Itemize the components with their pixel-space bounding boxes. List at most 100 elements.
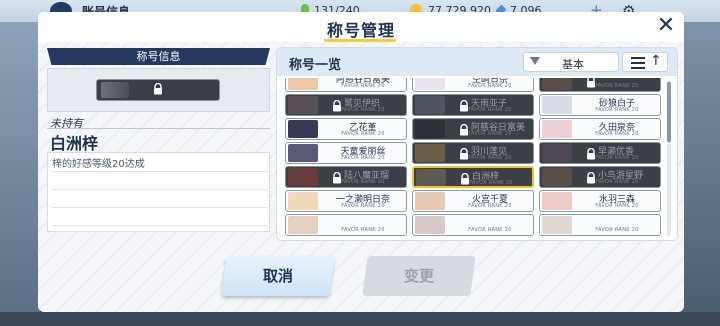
- title-row: 鹫见伊织 FAVOR RANK 20 天雨亚子 FAVOR RANK 20 砂狼白子 FA…: [285, 94, 665, 116]
- student-portrait: [415, 78, 445, 90]
- title-plate[interactable]: 阿慈谷日富美 FAVOR RANK 20: [412, 118, 534, 140]
- favor-rank-label: FAVOR RANK 20: [595, 107, 639, 113]
- description-box: 梓的好感等级20达成: [47, 152, 270, 232]
- divider: [47, 128, 270, 129]
- background-bottom: [0, 312, 720, 326]
- lock-icon: [586, 172, 596, 184]
- student-portrait: [542, 78, 572, 90]
- background-left: [0, 22, 40, 326]
- favor-rank-label: FAVOR RANK 20: [341, 83, 385, 89]
- title-row: 天童爱丽丝 FAVOR RANK 20 羽川莲见 FAVOR RANK 20 早濑优香 F…: [285, 142, 665, 164]
- title-plate[interactable]: 鹫见伊织 FAVOR RANK 20: [285, 94, 407, 116]
- list-icon: [631, 57, 645, 69]
- student-portrait: [415, 96, 445, 114]
- lock-icon: [459, 100, 469, 112]
- arrow-up-icon: ↑: [650, 53, 662, 69]
- student-portrait: [542, 144, 572, 162]
- title-plate[interactable]: 火宫千夏 FAVOR RANK 20: [412, 190, 534, 212]
- title-plate[interactable]: 一之濑明日奈 FAVOR RANK 20: [285, 190, 407, 212]
- favor-rank-label: FAVOR RANK 20: [341, 227, 385, 233]
- student-portrait: [288, 216, 318, 234]
- lock-icon: [586, 78, 596, 88]
- favor-rank-label: FAVOR RANK 20: [595, 203, 639, 209]
- student-portrait: [288, 78, 318, 90]
- student-name: 白洲梓: [50, 134, 99, 153]
- title-plate[interactable]: 早濑优香 FAVOR RANK 20: [539, 142, 661, 164]
- title-row: FAVOR RANK 20 FAVOR RANK 20 FAVOR RANK 20: [285, 214, 665, 236]
- title-grid: 阿慈谷日富美 FAVOR RANK 20 空崎日奈 FAVOR RANK 20 FAVO…: [285, 78, 665, 238]
- student-portrait: [416, 169, 446, 186]
- change-button[interactable]: 变更: [362, 256, 476, 296]
- title-plate[interactable]: 白洲梓 FAVOR RANK 20: [412, 166, 534, 188]
- favor-rank-label: FAVOR RANK 20: [468, 203, 512, 209]
- divider: [52, 189, 267, 190]
- student-portrait: [415, 192, 445, 210]
- preview-portrait: [101, 82, 129, 98]
- dialog-header: 称号管理 ✕: [38, 12, 684, 42]
- student-portrait: [542, 120, 572, 138]
- title-plate[interactable]: FAVOR RANK 20: [285, 214, 407, 236]
- title-preview: [47, 68, 270, 112]
- list-header: 称号一览 基本 ↑: [277, 48, 677, 76]
- lock-icon: [459, 148, 469, 160]
- student-portrait: [542, 168, 572, 186]
- preview-plate: [96, 79, 220, 101]
- favor-rank-label: FAVOR RANK 20: [341, 155, 385, 161]
- lock-icon: [459, 124, 469, 136]
- title-plate[interactable]: 羽川莲见 FAVOR RANK 20: [412, 142, 534, 164]
- lock-icon: [460, 173, 470, 185]
- favor-rank-label: FAVOR RANK 20: [468, 227, 512, 233]
- info-header: 称号信息: [47, 48, 270, 65]
- student-portrait: [288, 168, 318, 186]
- list-title: 称号一览: [289, 58, 342, 73]
- title-plate[interactable]: 空崎日奈 FAVOR RANK 20: [412, 78, 534, 92]
- title-row: 乙花堇 FAVOR RANK 20 阿慈谷日富美 FAVOR RANK 20 久田泉奈 F…: [285, 118, 665, 140]
- student-portrait: [542, 96, 572, 114]
- title-row: 阿慈谷日富美 FAVOR RANK 20 空崎日奈 FAVOR RANK 20 FAVO…: [285, 78, 665, 92]
- scrollbar-thumb[interactable]: [667, 82, 671, 142]
- title-plate[interactable]: 陆八魔亚瑠 FAVOR RANK 20: [285, 166, 407, 188]
- title-plate[interactable]: 乙花堇 FAVOR RANK 20: [285, 118, 407, 140]
- title-row: 陆八魔亚瑠 FAVOR RANK 20 白洲梓 FAVOR RANK 20 小鸟游星野 F…: [285, 166, 665, 188]
- close-icon[interactable]: ✕: [657, 13, 675, 38]
- student-portrait: [288, 192, 318, 210]
- close-button[interactable]: ✕: [654, 15, 678, 39]
- student-portrait: [415, 216, 445, 234]
- title-plate[interactable]: FAVOR RANK 20: [412, 214, 534, 236]
- title-plate[interactable]: 水羽三森 FAVOR RANK 20: [539, 190, 661, 212]
- title-plate[interactable]: 阿慈谷日富美 FAVOR RANK 20: [285, 78, 407, 92]
- title-plate[interactable]: FAVOR RANK 20: [539, 78, 661, 92]
- cancel-button[interactable]: 取消: [221, 256, 335, 296]
- sort-dropdown[interactable]: 基本: [523, 52, 619, 72]
- student-portrait: [415, 120, 445, 138]
- lock-icon: [586, 148, 596, 160]
- favor-rank-label: FAVOR RANK 20: [595, 227, 639, 233]
- student-portrait: [288, 144, 318, 162]
- sort-label: 基本: [562, 58, 584, 71]
- title-list-panel: 称号一览 基本 ↑ 阿慈谷日富美 FAVOR RANK 20 空崎日奈 FAVOR R…: [277, 48, 677, 240]
- title-plate[interactable]: 砂狼白子 FAVOR RANK 20: [539, 94, 661, 116]
- divider: [52, 171, 267, 172]
- title-plate[interactable]: 久田泉奈 FAVOR RANK 20: [539, 118, 661, 140]
- title-plate[interactable]: 小鸟游星野 FAVOR RANK 20: [539, 166, 661, 188]
- title-plate[interactable]: FAVOR RANK 20: [539, 214, 661, 236]
- divider: [52, 207, 267, 208]
- title-row: 一之濑明日奈 FAVOR RANK 20 火宫千夏 FAVOR RANK 20 水羽三森…: [285, 190, 665, 212]
- favor-rank-label: FAVOR RANK 20: [468, 83, 512, 89]
- unlock-condition: 梓的好感等级20达成: [52, 159, 145, 170]
- cancel-label: 取消: [262, 267, 293, 285]
- sort-order-button[interactable]: ↑: [622, 52, 668, 72]
- info-header-label: 称号信息: [136, 50, 181, 63]
- student-portrait: [542, 192, 572, 210]
- title-management-dialog: 称号管理 ✕ 称号信息 未持有 白洲梓 梓的好感等级20达成 称号一览 基本 ↑…: [38, 12, 684, 312]
- title-plate[interactable]: 天童爱丽丝 FAVOR RANK 20: [285, 142, 407, 164]
- lock-icon: [332, 172, 342, 184]
- background-right: [680, 22, 720, 326]
- student-portrait: [288, 96, 318, 114]
- favor-rank-label: FAVOR RANK 20: [341, 131, 385, 137]
- favor-rank-label: FAVOR RANK 20: [341, 203, 385, 209]
- dialog-title: 称号管理: [326, 21, 395, 40]
- title-plate[interactable]: 天雨亚子 FAVOR RANK 20: [412, 94, 534, 116]
- favor-rank-label: FAVOR RANK 20: [595, 131, 639, 137]
- student-portrait: [288, 120, 318, 138]
